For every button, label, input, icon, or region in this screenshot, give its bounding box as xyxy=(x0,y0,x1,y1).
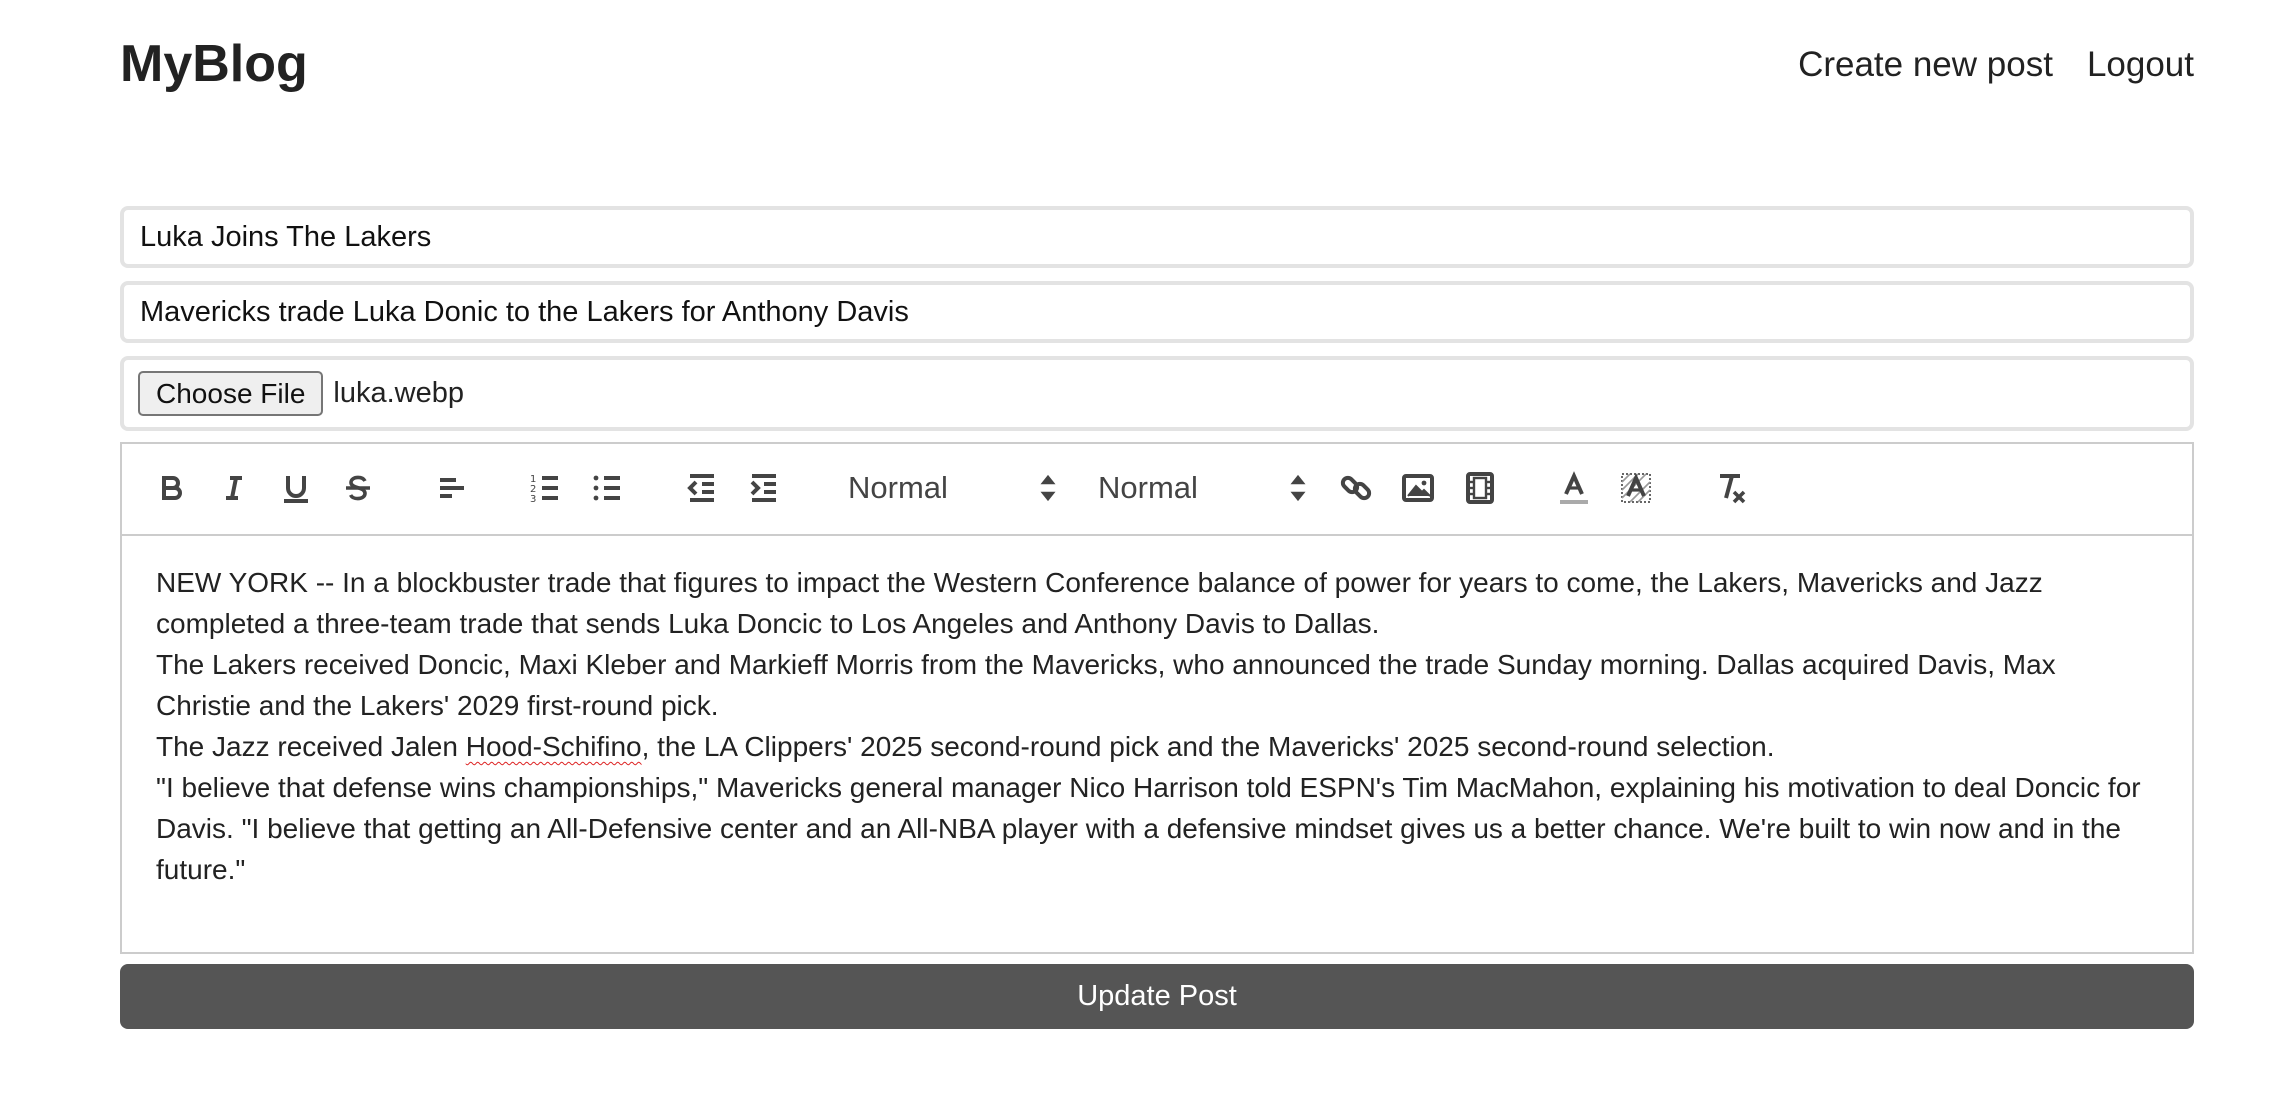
site-header: MyBlog Create new post Logout xyxy=(120,0,2194,130)
outdent-icon[interactable] xyxy=(682,468,722,508)
content-paragraph: "I believe that defense wins championshi… xyxy=(156,772,2141,885)
bold-icon[interactable] xyxy=(152,468,192,508)
heading-picker[interactable]: Normal xyxy=(848,462,1058,514)
text-color-icon[interactable] xyxy=(1554,468,1594,508)
choose-file-button[interactable]: Choose File xyxy=(138,371,324,416)
italic-icon[interactable] xyxy=(214,468,254,508)
heading-picker-label: Normal xyxy=(848,470,948,505)
background-color-icon[interactable] xyxy=(1616,468,1656,508)
content-text: , the LA Clippers' 2025 second-round pic… xyxy=(641,731,1775,762)
file-upload-field: Choose File luka.webp xyxy=(120,356,2194,431)
content-text: The Jazz received Jalen xyxy=(156,731,466,762)
clear-format-icon[interactable] xyxy=(1710,468,1750,508)
rich-text-editor: 123 Normal Normal NEW YORK -- In a block… xyxy=(120,442,2194,954)
content-paragraph: The Lakers received Doncic, Maxi Kleber … xyxy=(156,649,2056,721)
update-post-button[interactable]: Update Post xyxy=(120,964,2194,1029)
ordered-list-icon[interactable]: 123 xyxy=(526,468,566,508)
page: MyBlog Create new post Logout Choose Fil… xyxy=(0,0,2286,1118)
selected-file-name: luka.webp xyxy=(333,377,464,409)
svg-text:3: 3 xyxy=(530,494,536,505)
post-title-input[interactable] xyxy=(120,206,2194,268)
chevron-updown-icon xyxy=(1290,474,1306,502)
brand-logo[interactable]: MyBlog xyxy=(120,32,308,96)
editor-toolbar: 123 Normal Normal xyxy=(122,444,2192,536)
top-nav: Create new post Logout xyxy=(1798,40,2194,90)
indent-icon[interactable] xyxy=(744,468,784,508)
bullet-list-icon[interactable] xyxy=(588,468,628,508)
align-left-icon[interactable] xyxy=(432,468,472,508)
editor-content[interactable]: NEW YORK -- In a blockbuster trade that … xyxy=(122,536,2192,916)
create-post-link[interactable]: Create new post xyxy=(1798,40,2053,90)
content-paragraph: NEW YORK -- In a blockbuster trade that … xyxy=(156,567,2043,639)
image-icon[interactable] xyxy=(1398,468,1438,508)
size-picker-label: Normal xyxy=(1098,470,1198,505)
misspelled-word: Hood-Schifino xyxy=(465,731,642,762)
video-icon[interactable] xyxy=(1460,468,1500,508)
logout-link[interactable]: Logout xyxy=(2087,40,2194,90)
size-picker[interactable]: Normal xyxy=(1098,462,1308,514)
post-description-input[interactable] xyxy=(120,281,2194,343)
underline-icon[interactable] xyxy=(276,468,316,508)
link-icon[interactable] xyxy=(1336,468,1376,508)
strikethrough-icon[interactable] xyxy=(338,468,378,508)
content-paragraph: The Jazz received Jalen Hood-Schifino, t… xyxy=(156,726,2158,767)
chevron-updown-icon xyxy=(1040,474,1056,502)
